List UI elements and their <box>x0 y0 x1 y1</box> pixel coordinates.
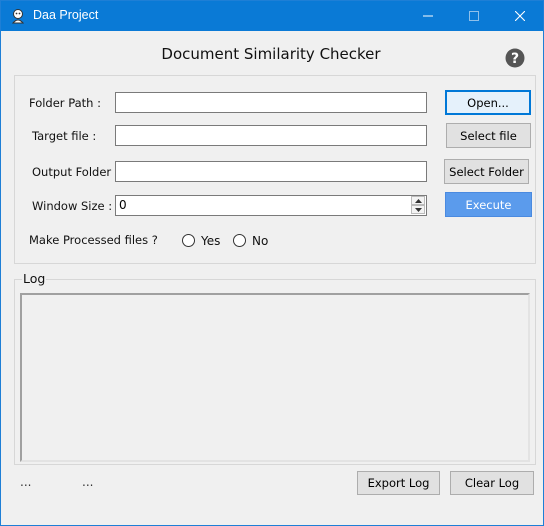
radio-yes-label[interactable]: Yes <box>201 234 220 248</box>
close-icon <box>515 11 525 21</box>
output-folder-input[interactable] <box>115 161 427 182</box>
close-button[interactable] <box>497 1 543 31</box>
maximize-button[interactable] <box>451 1 497 31</box>
status-text-left: ... <box>20 475 32 489</box>
folder-path-label: Folder Path : <box>29 96 101 110</box>
processed-files-label: Make Processed files ? <box>29 233 158 247</box>
execute-button[interactable]: Execute <box>445 192 532 217</box>
spinner-arrows[interactable] <box>411 196 425 215</box>
chevron-down-icon <box>414 207 422 212</box>
maximize-icon <box>469 11 479 21</box>
app-logo-icon <box>11 9 25 24</box>
minimize-button[interactable] <box>405 1 451 31</box>
clear-log-button[interactable]: Clear Log <box>450 471 534 495</box>
window-size-value: 0 <box>119 198 127 212</box>
target-file-input[interactable] <box>115 125 427 146</box>
chevron-up-icon <box>414 198 422 203</box>
folder-path-input[interactable] <box>115 92 427 113</box>
status-text-right: ... <box>82 475 94 489</box>
select-file-button[interactable]: Select file <box>446 123 531 148</box>
window-size-spinbox[interactable]: 0 <box>115 195 427 216</box>
export-log-button[interactable]: Export Log <box>357 471 440 495</box>
output-folder-label: Output Folder : <box>32 165 119 179</box>
spin-down-button[interactable] <box>411 205 425 214</box>
app-window: Daa Project Document Similarity Checker … <box>0 0 544 526</box>
spin-up-button[interactable] <box>411 196 425 205</box>
page-title: Document Similarity Checker <box>161 45 381 63</box>
log-textarea[interactable] <box>20 293 530 462</box>
title-bar[interactable]: Daa Project <box>1 1 543 31</box>
minimize-icon <box>423 15 433 17</box>
window-title: Daa Project <box>33 8 99 22</box>
radio-no-label[interactable]: No <box>252 234 268 248</box>
radio-yes[interactable] <box>182 234 195 247</box>
svg-text:?: ? <box>511 51 519 67</box>
log-title: Log <box>22 271 47 286</box>
question-mark-icon[interactable]: ? <box>505 48 525 68</box>
open-button[interactable]: Open... <box>445 90 531 115</box>
window-size-label: Window Size : <box>32 199 113 213</box>
select-folder-button[interactable]: Select Folder <box>444 159 529 184</box>
target-file-label: Target file : <box>32 129 97 143</box>
radio-no[interactable] <box>233 234 246 247</box>
